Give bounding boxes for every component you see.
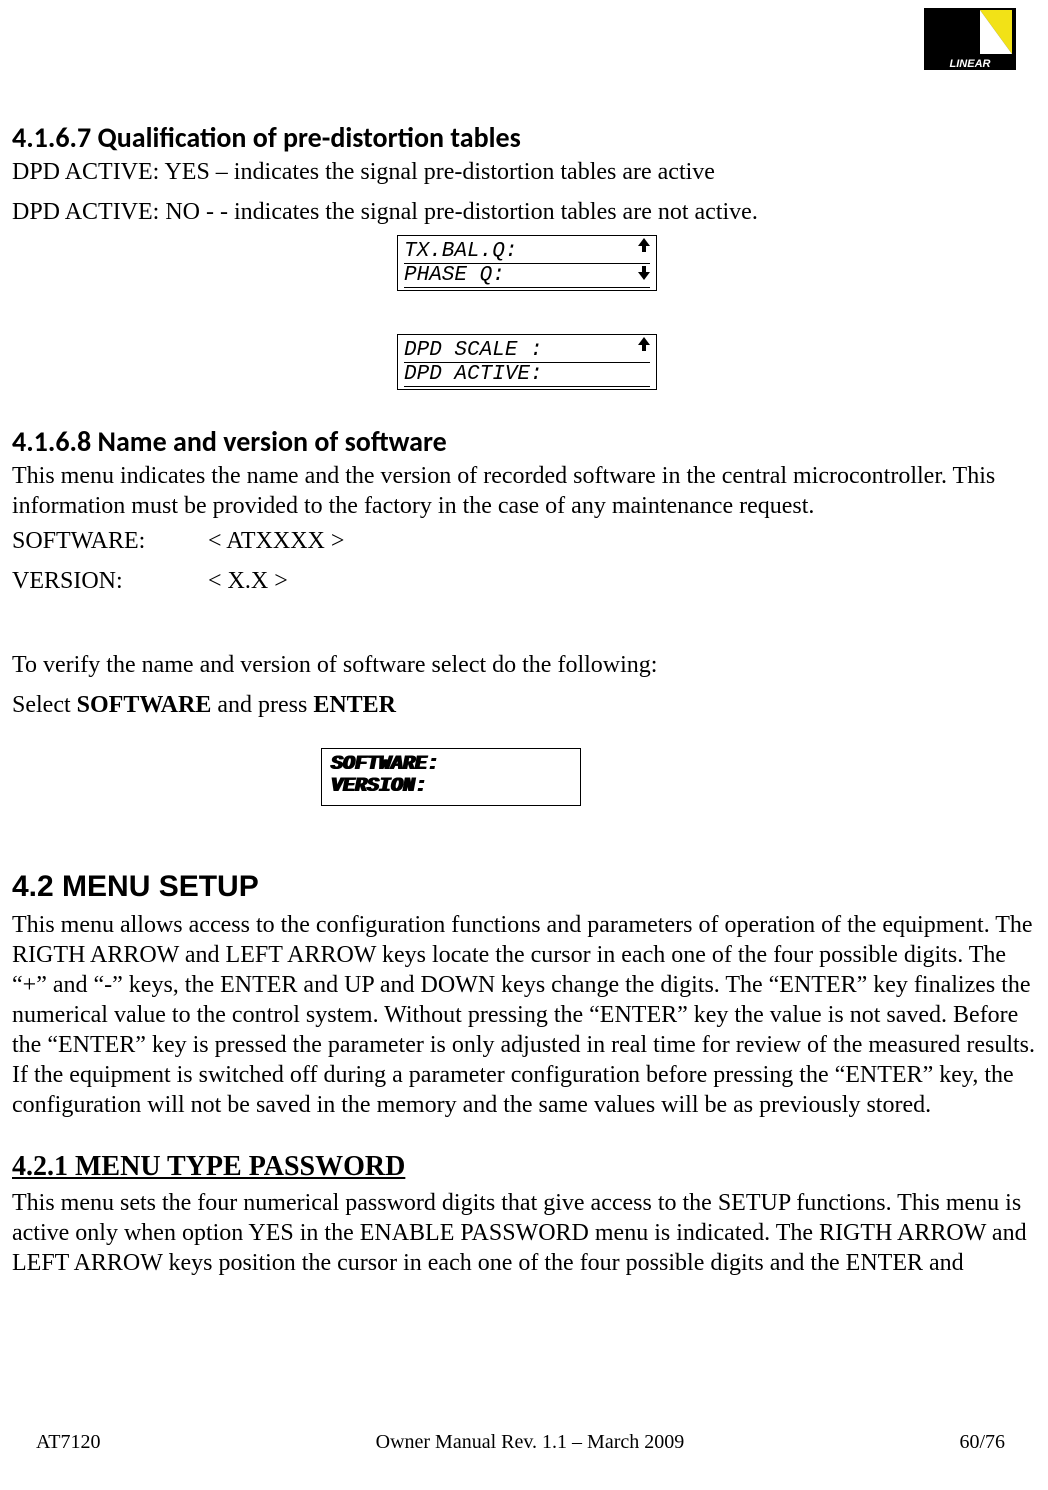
paragraph-menu-setup-desc: This menu allows access to the configura… [12, 910, 1036, 1120]
software-value: < ATXXXX > [208, 528, 344, 554]
paragraph-verify: To verify the name and version of softwa… [12, 650, 657, 680]
arrow-up-icon [638, 238, 652, 252]
footer-page-number: 60/76 [959, 1431, 1005, 1454]
lcd-line: PHASE Q: [404, 264, 505, 287]
text: and press [211, 692, 313, 718]
lcd-display-software: SOFTWARE: SOFTWARE: SOFTWARE: VERSION: V… [321, 748, 581, 806]
paragraph-software-desc: This menu indicates the name and the ver… [12, 461, 1024, 521]
lcd-line: DPD ACTIVE: [404, 363, 543, 386]
paragraph-select-software: Select SOFTWARE and press ENTER [12, 690, 396, 720]
lcd-display-dpd: DPD SCALE : DPD ACTIVE: [397, 334, 657, 390]
lcd-display-tx-bal: TX.BAL.Q: PHASE Q: [397, 235, 657, 291]
footer-model: AT7120 [36, 1431, 100, 1454]
heading-4-1-6-8: 4.1.6.8 Name and version of software [12, 424, 447, 459]
software-label: SOFTWARE: [12, 528, 202, 555]
heading-4-2-1: 4.2.1 MENU TYPE PASSWORD [12, 1151, 405, 1183]
lcd-line-overlay: VERSION: [332, 775, 428, 799]
heading-4-1-6-7: 4.1.6.7 Qualification of pre-distortion … [12, 120, 521, 155]
version-label: VERSION: [12, 568, 202, 595]
page-footer: AT7120 Owner Manual Rev. 1.1 – March 200… [0, 1431, 1048, 1454]
brand-text: LINEAR [950, 58, 991, 70]
document-page: LINEAR 4.1.6.7 Qualification of pre-dist… [0, 0, 1048, 1490]
heading-4-2: 4.2 MENU SETUP [12, 870, 259, 904]
footer-title: Owner Manual Rev. 1.1 – March 2009 [376, 1431, 685, 1454]
text: Select [12, 692, 77, 718]
paragraph-type-password-desc: This menu sets the four numerical passwo… [12, 1188, 1040, 1278]
arrow-down-icon [638, 266, 652, 280]
paragraph-dpd-active-no: DPD ACTIVE: NO - - indicates the signal … [12, 197, 758, 227]
brand-logo: LINEAR [924, 8, 1016, 70]
version-definition: VERSION: < X.X > [12, 568, 288, 595]
lcd-line-overlay: SOFTWARE: [332, 753, 440, 777]
bold-software: SOFTWARE [77, 692, 212, 718]
version-value: < X.X > [208, 568, 288, 594]
bold-enter: ENTER [313, 692, 396, 718]
lcd-line: DPD SCALE : [404, 339, 543, 362]
arrow-up-icon [638, 337, 652, 351]
paragraph-dpd-active-yes: DPD ACTIVE: YES – indicates the signal p… [12, 157, 715, 187]
lcd-line: TX.BAL.Q: [404, 240, 517, 263]
software-definition: SOFTWARE: < ATXXXX > [12, 528, 344, 555]
